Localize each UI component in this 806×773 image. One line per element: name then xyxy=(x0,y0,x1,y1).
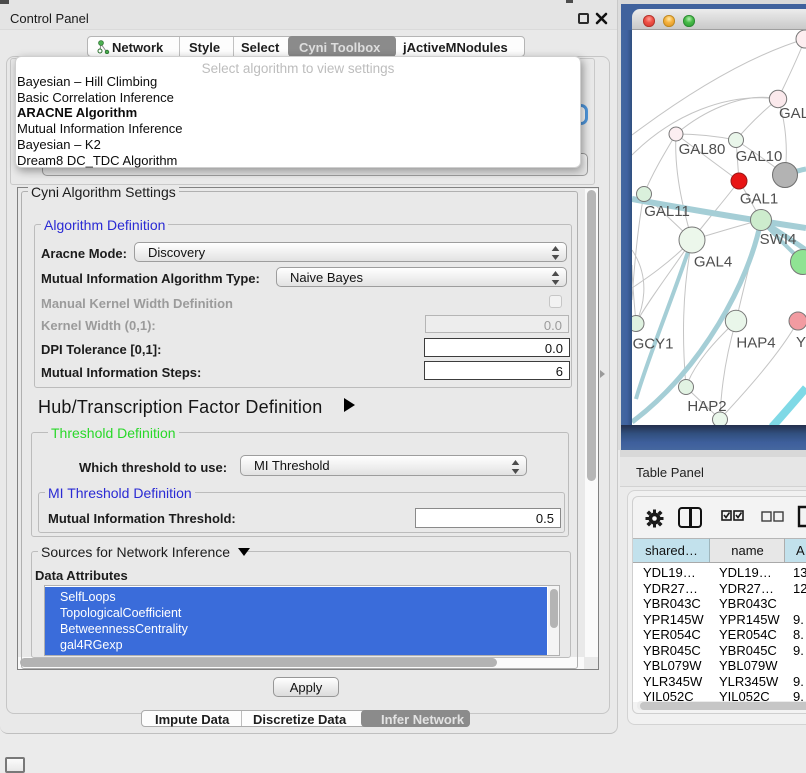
svg-text:SWI4: SWI4 xyxy=(760,231,797,248)
svg-text:GAL4: GAL4 xyxy=(694,254,732,271)
svg-text:GAL10: GAL10 xyxy=(736,148,783,165)
svg-text:Y: Y xyxy=(796,334,806,351)
svg-text:GAL1: GAL1 xyxy=(740,191,778,208)
svg-text:GAL11: GAL11 xyxy=(644,203,690,220)
svg-text:GAL7: GAL7 xyxy=(779,105,806,122)
svg-text:HAP2: HAP2 xyxy=(687,398,726,415)
svg-text:GCY1: GCY1 xyxy=(633,336,674,353)
svg-text:GAL80: GAL80 xyxy=(679,141,726,158)
svg-text:HAP4: HAP4 xyxy=(736,335,775,352)
